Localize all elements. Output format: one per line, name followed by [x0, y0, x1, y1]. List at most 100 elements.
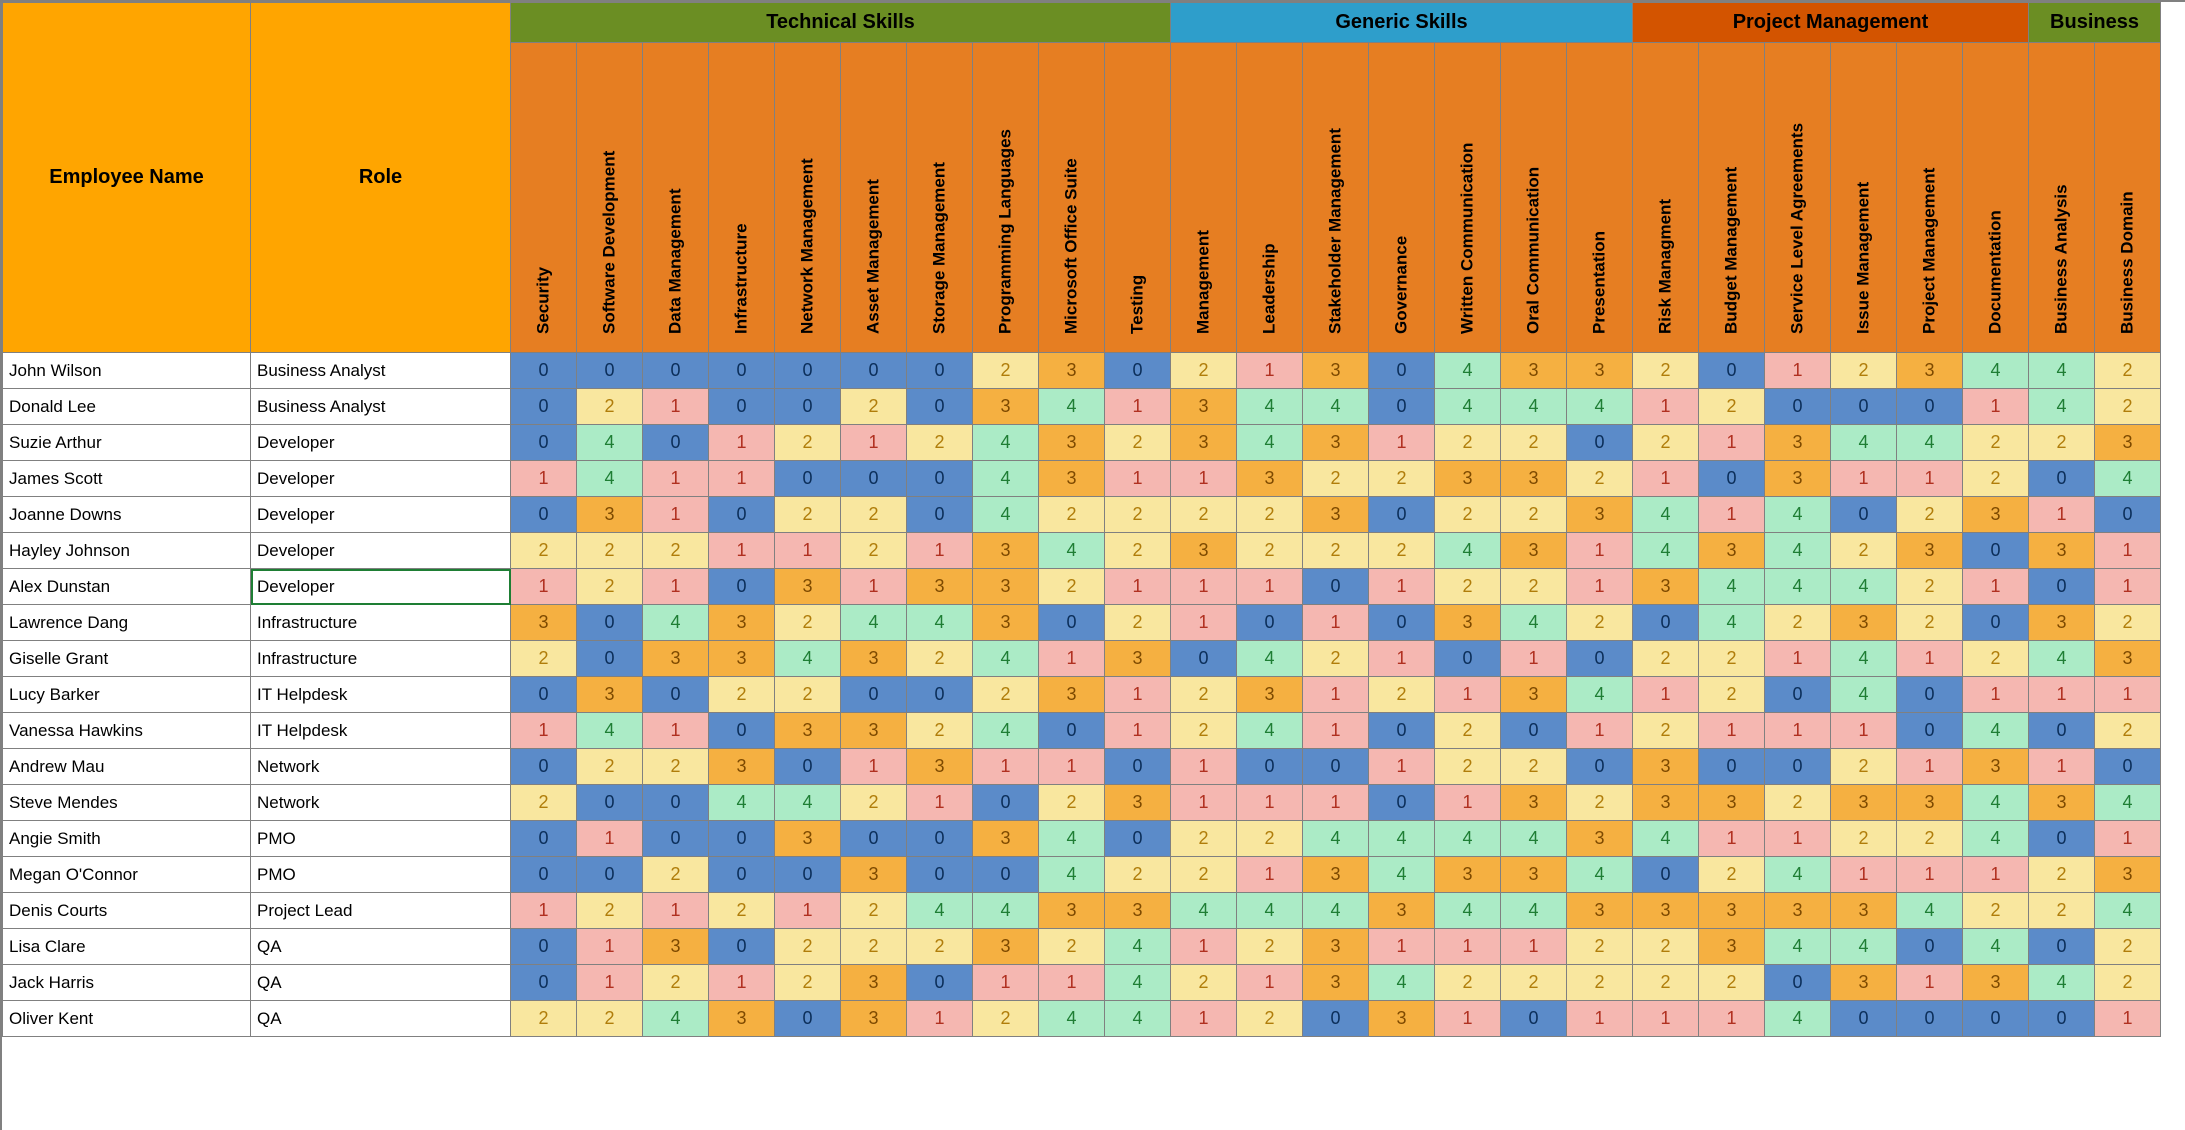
cell-skill-value[interactable]: 4 [1303, 893, 1369, 929]
cell-skill-value[interactable]: 0 [1039, 713, 1105, 749]
cell-skill-value[interactable]: 2 [511, 1001, 577, 1037]
cell-skill-value[interactable]: 3 [1105, 641, 1171, 677]
cell-skill-value[interactable]: 1 [1303, 785, 1369, 821]
cell-skill-value[interactable]: 4 [1831, 425, 1897, 461]
cell-employee-name[interactable]: Hayley Johnson [3, 533, 251, 569]
cell-skill-value[interactable]: 3 [1699, 533, 1765, 569]
cell-skill-value[interactable]: 2 [1171, 353, 1237, 389]
cell-skill-value[interactable]: 1 [1699, 821, 1765, 857]
cell-skill-value[interactable]: 2 [1897, 605, 1963, 641]
cell-skill-value[interactable]: 2 [1765, 605, 1831, 641]
cell-skill-value[interactable]: 4 [1765, 533, 1831, 569]
cell-skill-value[interactable]: 2 [1633, 425, 1699, 461]
skill-header[interactable]: Testing [1105, 43, 1171, 353]
cell-skill-value[interactable]: 2 [1105, 605, 1171, 641]
cell-skill-value[interactable]: 0 [775, 749, 841, 785]
cell-skill-value[interactable]: 2 [1699, 965, 1765, 1001]
cell-skill-value[interactable]: 4 [973, 425, 1039, 461]
cell-skill-value[interactable]: 2 [775, 677, 841, 713]
cell-skill-value[interactable]: 2 [1963, 425, 2029, 461]
cell-skill-value[interactable]: 1 [1699, 425, 1765, 461]
cell-skill-value[interactable]: 3 [1303, 425, 1369, 461]
cell-skill-value[interactable]: 3 [1501, 461, 1567, 497]
cell-skill-value[interactable]: 4 [1567, 857, 1633, 893]
cell-skill-value[interactable]: 2 [841, 785, 907, 821]
cell-skill-value[interactable]: 4 [973, 641, 1039, 677]
cell-skill-value[interactable]: 1 [1303, 605, 1369, 641]
cell-skill-value[interactable]: 0 [1435, 641, 1501, 677]
cell-skill-value[interactable]: 0 [1765, 677, 1831, 713]
cell-skill-value[interactable]: 2 [1039, 497, 1105, 533]
cell-skill-value[interactable]: 0 [643, 821, 709, 857]
cell-skill-value[interactable]: 3 [1831, 605, 1897, 641]
cell-skill-value[interactable]: 3 [1963, 965, 2029, 1001]
cell-skill-value[interactable]: 0 [1831, 389, 1897, 425]
cell-skill-value[interactable]: 1 [511, 569, 577, 605]
cell-skill-value[interactable]: 2 [2095, 713, 2161, 749]
cell-employee-name[interactable]: James Scott [3, 461, 251, 497]
cell-role[interactable]: Developer [251, 425, 511, 461]
cell-skill-value[interactable]: 1 [643, 497, 709, 533]
cell-skill-value[interactable]: 4 [1303, 821, 1369, 857]
table-row[interactable]: Lisa ClareQA0130222324123111223440402 [3, 929, 2161, 965]
cell-skill-value[interactable]: 2 [1039, 785, 1105, 821]
cell-skill-value[interactable]: 2 [1567, 605, 1633, 641]
header-employee-name[interactable]: Employee Name [3, 3, 251, 353]
cell-skill-value[interactable]: 4 [1699, 605, 1765, 641]
cell-skill-value[interactable]: 4 [775, 785, 841, 821]
cell-skill-value[interactable]: 0 [841, 821, 907, 857]
cell-skill-value[interactable]: 3 [1831, 893, 1897, 929]
cell-skill-value[interactable]: 4 [1105, 1001, 1171, 1037]
cell-skill-value[interactable]: 0 [1237, 605, 1303, 641]
cell-skill-value[interactable]: 2 [1435, 713, 1501, 749]
cell-skill-value[interactable]: 1 [1237, 353, 1303, 389]
cell-skill-value[interactable]: 1 [1237, 785, 1303, 821]
cell-role[interactable]: Project Lead [251, 893, 511, 929]
cell-skill-value[interactable]: 4 [577, 425, 643, 461]
cell-skill-value[interactable]: 0 [841, 353, 907, 389]
cell-skill-value[interactable]: 3 [2029, 533, 2095, 569]
cell-skill-value[interactable]: 1 [841, 425, 907, 461]
cell-skill-value[interactable]: 2 [1699, 641, 1765, 677]
cell-skill-value[interactable]: 0 [1963, 605, 2029, 641]
cell-skill-value[interactable]: 4 [2095, 461, 2161, 497]
cell-role[interactable]: Network [251, 785, 511, 821]
cell-skill-value[interactable]: 0 [1303, 1001, 1369, 1037]
cell-skill-value[interactable]: 2 [1171, 857, 1237, 893]
cell-role[interactable]: Infrastructure [251, 605, 511, 641]
cell-skill-value[interactable]: 2 [1435, 569, 1501, 605]
cell-skill-value[interactable]: 3 [1699, 893, 1765, 929]
cell-skill-value[interactable]: 0 [775, 353, 841, 389]
cell-skill-value[interactable]: 4 [2095, 785, 2161, 821]
group-header[interactable]: Project Management [1633, 3, 2029, 43]
cell-skill-value[interactable]: 1 [1105, 677, 1171, 713]
cell-skill-value[interactable]: 3 [1039, 893, 1105, 929]
skill-header[interactable]: Network Management [775, 43, 841, 353]
cell-skill-value[interactable]: 0 [907, 677, 973, 713]
cell-skill-value[interactable]: 0 [1369, 713, 1435, 749]
cell-skill-value[interactable]: 2 [1897, 569, 1963, 605]
cell-skill-value[interactable]: 1 [1171, 785, 1237, 821]
cell-skill-value[interactable]: 1 [643, 893, 709, 929]
cell-skill-value[interactable]: 2 [1567, 785, 1633, 821]
cell-skill-value[interactable]: 0 [2029, 461, 2095, 497]
cell-skill-value[interactable]: 2 [643, 857, 709, 893]
cell-skill-value[interactable]: 2 [1237, 497, 1303, 533]
cell-skill-value[interactable]: 2 [709, 893, 775, 929]
cell-skill-value[interactable]: 1 [1171, 749, 1237, 785]
cell-skill-value[interactable]: 4 [1897, 893, 1963, 929]
skill-header[interactable]: Storage Management [907, 43, 973, 353]
cell-skill-value[interactable]: 0 [2029, 569, 2095, 605]
cell-employee-name[interactable]: Vanessa Hawkins [3, 713, 251, 749]
cell-skill-value[interactable]: 1 [643, 569, 709, 605]
cell-skill-value[interactable]: 0 [709, 353, 775, 389]
cell-skill-value[interactable]: 4 [1831, 641, 1897, 677]
table-row[interactable]: Jack HarrisQA0121230114213422222031342 [3, 965, 2161, 1001]
cell-skill-value[interactable]: 0 [709, 713, 775, 749]
cell-skill-value[interactable]: 3 [1963, 749, 2029, 785]
cell-skill-value[interactable]: 1 [577, 965, 643, 1001]
cell-skill-value[interactable]: 0 [709, 929, 775, 965]
cell-skill-value[interactable]: 1 [1699, 713, 1765, 749]
cell-skill-value[interactable]: 2 [1369, 677, 1435, 713]
cell-skill-value[interactable]: 1 [1765, 641, 1831, 677]
